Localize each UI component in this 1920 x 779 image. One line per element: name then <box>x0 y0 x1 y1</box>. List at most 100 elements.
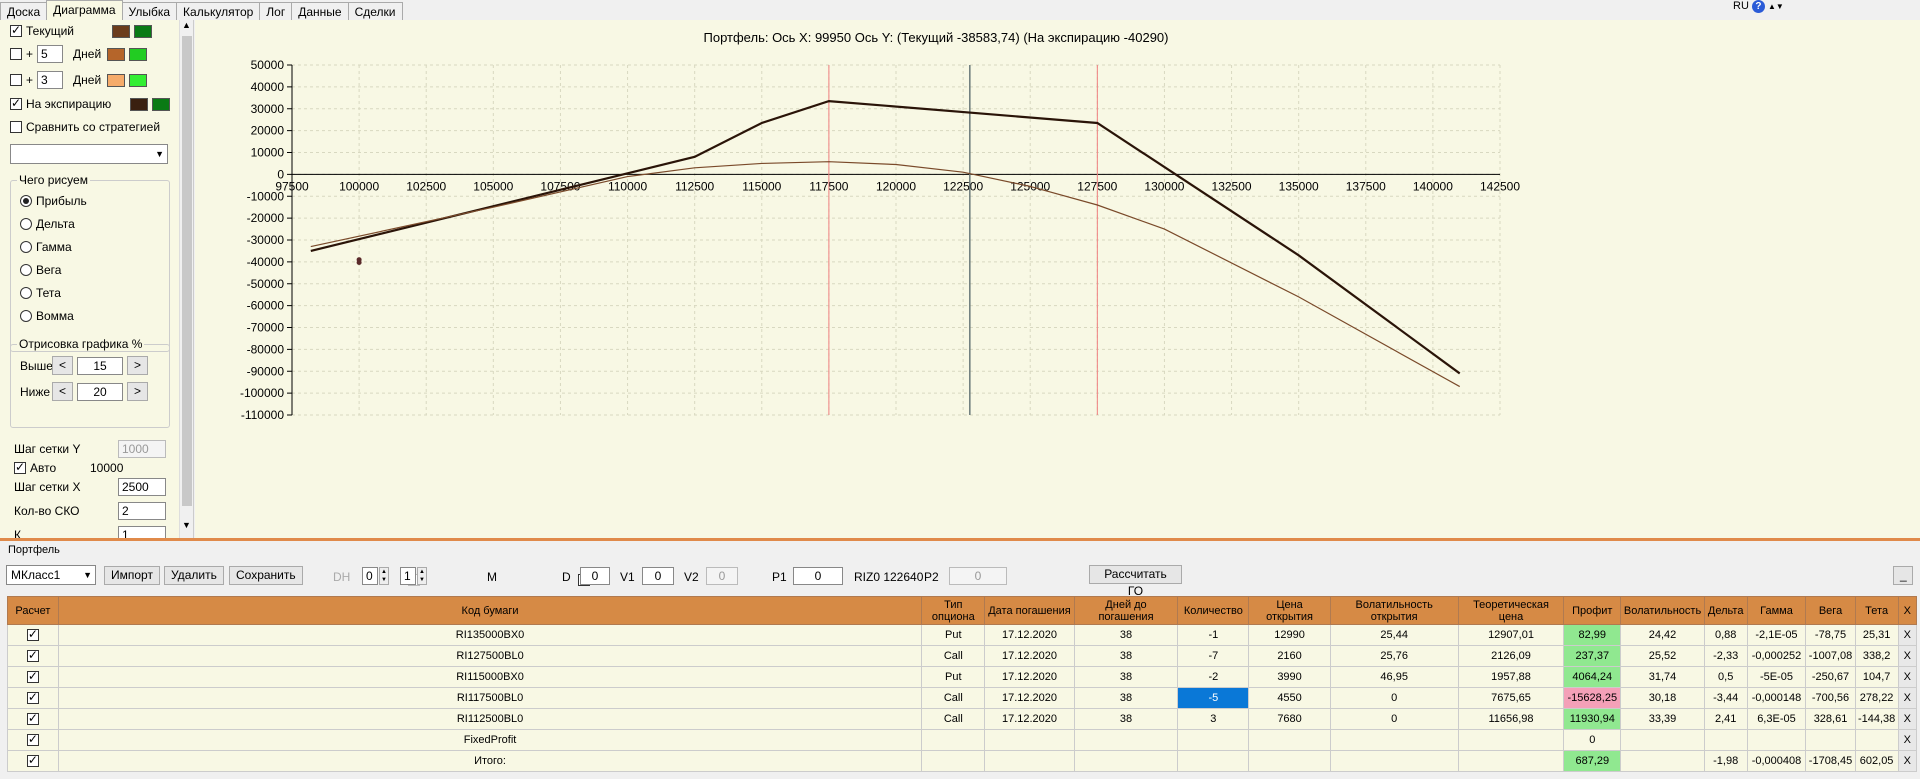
days2-color-main[interactable] <box>107 73 126 87</box>
option-vega[interactable]: Вега <box>20 263 61 277</box>
days1-color-main[interactable] <box>107 47 126 61</box>
option-theta[interactable]: Тета <box>20 286 61 300</box>
column-header[interactable]: Дельта <box>1703 596 1748 625</box>
minimize-button[interactable]: _ <box>1893 566 1913 585</box>
table-cell[interactable]: -1 <box>1177 624 1250 646</box>
sko-input[interactable]: 2 <box>118 502 166 520</box>
vega-radio[interactable] <box>20 264 32 276</box>
below-prev-button[interactable]: < <box>52 382 74 401</box>
column-header[interactable]: Код бумаги <box>57 596 923 625</box>
tab-diagram[interactable]: Диаграмма <box>46 0 123 20</box>
delta-radio[interactable] <box>20 218 32 230</box>
spin-arrows-icon[interactable]: ▲▼ <box>1768 2 1784 11</box>
language-indicator[interactable]: RU ? ▲▼ <box>1733 0 1793 14</box>
calc-checkbox[interactable] <box>26 732 39 747</box>
column-header[interactable]: Тип опциона <box>921 596 986 625</box>
expiry-color-alt[interactable] <box>152 97 170 111</box>
scroll-thumb[interactable] <box>182 36 192 506</box>
import-button[interactable]: Импорт <box>104 566 160 585</box>
days2-color-alt[interactable] <box>129 73 148 87</box>
calc-checkbox[interactable] <box>26 669 39 684</box>
option-profit[interactable]: Прибыль <box>20 194 87 208</box>
delete-row-button[interactable]: X <box>1897 666 1918 688</box>
tab-smile[interactable]: Улыбка <box>121 2 178 20</box>
column-header[interactable]: Дней до погашения <box>1073 596 1179 625</box>
p1-input[interactable]: 0 <box>793 567 843 585</box>
column-header[interactable]: Тета <box>1854 596 1899 625</box>
option-vomma[interactable]: Вомма <box>20 309 74 323</box>
grid-x-input[interactable]: 2500 <box>118 478 166 496</box>
column-header[interactable]: Волатильность <box>1620 596 1705 625</box>
delete-row-button[interactable]: X <box>1897 729 1918 751</box>
cut-input[interactable]: 1 <box>118 526 166 538</box>
current-color-main[interactable] <box>112 24 130 38</box>
expiry-checkbox[interactable] <box>10 96 22 110</box>
option-gamma[interactable]: Гамма <box>20 240 72 254</box>
tab-data[interactable]: Данные <box>291 2 349 20</box>
gamma-radio[interactable] <box>20 241 32 253</box>
column-header[interactable]: Вега <box>1805 596 1856 625</box>
profit-radio[interactable] <box>20 195 32 207</box>
column-header[interactable]: Профит <box>1563 596 1622 625</box>
calc-checkbox-cell[interactable] <box>7 624 59 646</box>
calc-checkbox[interactable] <box>26 690 39 705</box>
days2-input[interactable]: 3 <box>37 71 64 89</box>
p2-input[interactable]: 0 <box>949 567 1007 585</box>
column-header[interactable]: Теоретическая цена <box>1457 596 1565 625</box>
table-row[interactable]: RI112500BL0Call17.12.20203837680011656,9… <box>7 708 1918 730</box>
tab-calculator[interactable]: Калькулятор <box>176 2 261 20</box>
table-cell[interactable]: -2 <box>1177 666 1250 688</box>
delete-row-button[interactable]: X <box>1897 624 1918 646</box>
table-row[interactable]: FixedProfit 0 X <box>7 729 1918 751</box>
column-header[interactable]: Волатильность открытия <box>1329 596 1459 625</box>
calc-checkbox[interactable] <box>26 627 39 642</box>
calc-checkbox-cell[interactable] <box>7 750 59 772</box>
grid-y-input[interactable]: 1000 <box>118 440 166 458</box>
strategy-select[interactable]: ▼ <box>10 144 168 164</box>
table-row[interactable]: RI135000BX0Put17.12.202038-11299025,4412… <box>7 624 1918 646</box>
delete-row-button[interactable]: X <box>1897 687 1918 709</box>
column-header[interactable]: Расчет <box>7 596 59 625</box>
v2-input[interactable]: 0 <box>706 567 738 585</box>
days2-checkbox[interactable] <box>10 74 22 86</box>
table-row[interactable]: Итого: 687,29 -1,98-0,000408-1708,45602,05… <box>7 750 1918 772</box>
calc-checkbox-cell[interactable] <box>7 645 59 667</box>
table-row[interactable]: RI117500BL0Call17.12.202038-5455007675,6… <box>7 687 1918 709</box>
calc-checkbox-cell[interactable] <box>7 729 59 751</box>
above-next-button[interactable]: > <box>127 356 149 375</box>
scroll-up-icon[interactable]: ▲ <box>182 20 191 30</box>
calc-checkbox-cell[interactable] <box>7 687 59 709</box>
table-cell[interactable]: -5 <box>1177 687 1250 709</box>
spin1-arrows[interactable]: ▲ ▼ <box>379 567 389 585</box>
scroll-down-icon[interactable]: ▼ <box>182 520 191 530</box>
theta-radio[interactable] <box>20 287 32 299</box>
option-delta[interactable]: Дельта <box>20 217 75 231</box>
calc-checkbox[interactable] <box>26 711 39 726</box>
delete-row-button[interactable]: X <box>1897 750 1918 772</box>
tab-deals[interactable]: Сделки <box>347 2 403 20</box>
current-checkbox[interactable] <box>10 23 22 37</box>
below-next-button[interactable]: > <box>127 382 149 401</box>
days1-checkbox[interactable] <box>10 48 22 60</box>
column-header[interactable]: Гамма <box>1746 596 1807 625</box>
table-cell[interactable]: 3 <box>1177 708 1250 730</box>
column-header[interactable]: Цена открытия <box>1248 596 1331 625</box>
compare-checkbox[interactable] <box>10 121 22 133</box>
settings-scrollbar[interactable]: ▲ ▼ <box>179 20 193 538</box>
expiry-color-main[interactable] <box>130 97 148 111</box>
v1-input[interactable]: 0 <box>642 567 674 585</box>
auto-checkbox[interactable] <box>14 460 26 474</box>
delete-button[interactable]: Удалить <box>164 566 224 585</box>
table-cell[interactable]: -7 <box>1177 645 1250 667</box>
days1-color-alt[interactable] <box>129 47 148 61</box>
table-cell[interactable] <box>1177 750 1250 772</box>
splitter[interactable] <box>0 538 1920 541</box>
spin1-input[interactable]: 0 <box>362 567 378 585</box>
calc-checkbox[interactable] <box>26 648 39 663</box>
table-cell[interactable] <box>1177 729 1250 751</box>
calc-go-button[interactable]: Рассчитать ГО <box>1089 565 1182 598</box>
current-color-alt[interactable] <box>134 24 152 38</box>
column-header[interactable]: Дата погашения <box>984 596 1075 625</box>
above-prev-button[interactable]: < <box>52 356 74 375</box>
tab-board[interactable]: Доска <box>0 2 48 20</box>
